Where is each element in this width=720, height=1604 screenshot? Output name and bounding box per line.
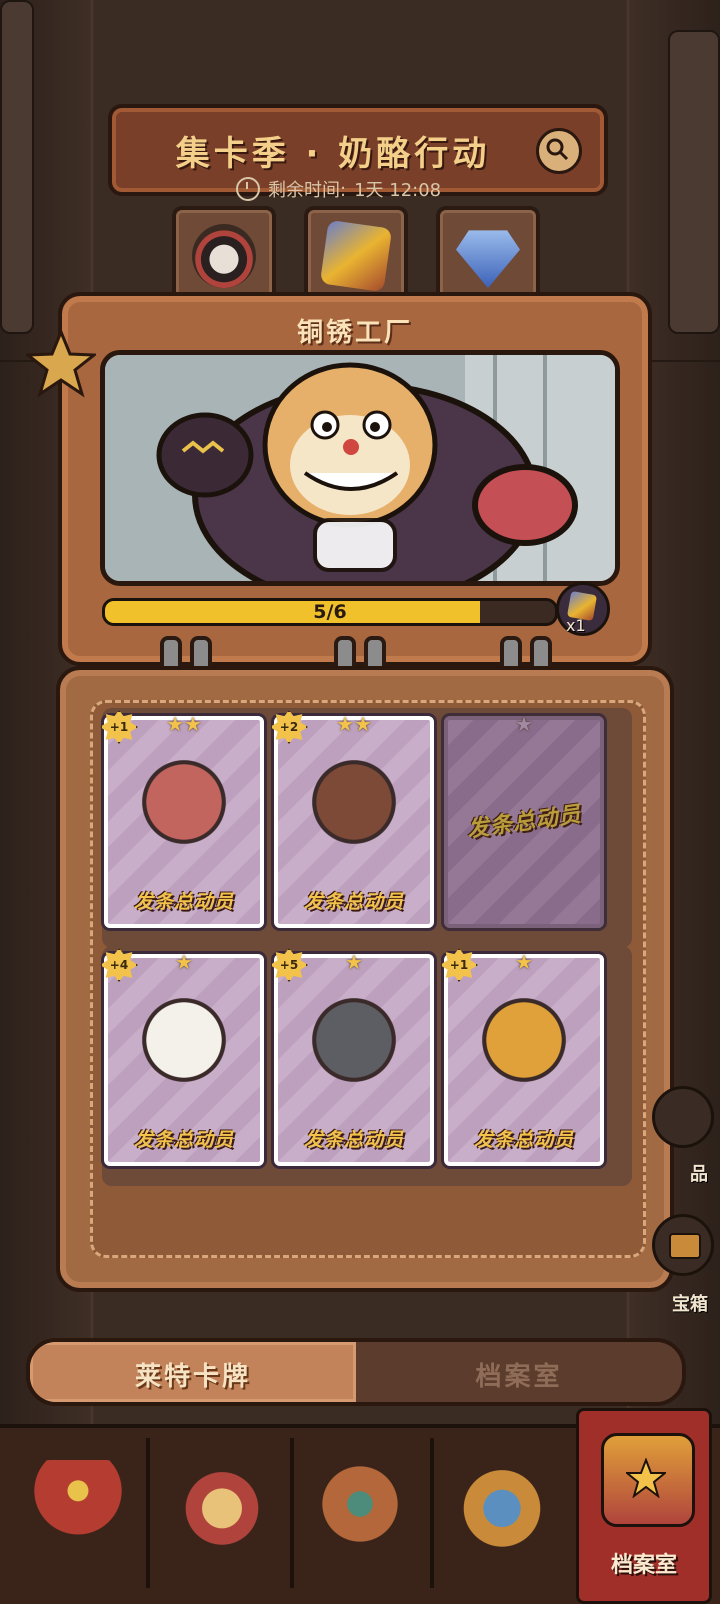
nav-item-archive[interactable]: 档案室 xyxy=(576,1408,712,1604)
nav-item-treasure-bag[interactable] xyxy=(158,1442,284,1592)
card-rarity-stars: ★ xyxy=(515,712,533,736)
chest-label: 宝箱 xyxy=(672,1294,708,1315)
tab-diamond[interactable] xyxy=(436,206,540,306)
card-character-art xyxy=(304,748,404,868)
card-character-art xyxy=(134,986,234,1106)
nav-divider xyxy=(430,1438,434,1588)
mouse-star-chest-icon xyxy=(34,1460,122,1548)
album-cover-art xyxy=(100,350,620,586)
card-character-art xyxy=(474,986,574,1106)
card-series-logo: 发条总动员 xyxy=(465,802,584,843)
bottom-nav: 档案室 xyxy=(0,1408,720,1604)
album-panel: 铜锈工厂 5/6 x1 xyxy=(26,292,652,666)
magic-cube-icon xyxy=(319,219,393,293)
tab-robot[interactable] xyxy=(172,206,276,306)
collected-card[interactable]: +1 ★★ 发条总动员 xyxy=(100,710,264,928)
robot-character-icon xyxy=(192,224,256,288)
cat-in-machine-illustration xyxy=(105,355,615,581)
card-rarity-stars: ★★ xyxy=(336,712,372,736)
chest-button[interactable] xyxy=(652,1214,714,1276)
card-slot-empty[interactable]: ★ 发条总动员 xyxy=(444,712,604,928)
timer-label: 剩余时间: xyxy=(268,180,347,201)
side-label-upper: 品 xyxy=(690,1164,708,1185)
card-series-logo: 发条总动员 xyxy=(473,1129,574,1151)
card-rarity-stars: ★ xyxy=(515,950,533,974)
nav-divider xyxy=(146,1438,150,1588)
chest-icon xyxy=(669,1233,701,1259)
album-title: 铜锈工厂 xyxy=(296,318,413,348)
goggle-helmet-icon xyxy=(458,1460,546,1548)
decor-pipe-left xyxy=(0,0,34,334)
tab-light-cards[interactable]: 莱特卡牌 xyxy=(30,1342,356,1402)
clock-icon xyxy=(236,177,260,201)
card-series-logo: 发条总动员 xyxy=(133,1129,234,1151)
card-rarity-stars: ★ xyxy=(345,950,363,974)
card-rarity-stars: ★★ xyxy=(166,712,202,736)
treasure-bag-icon xyxy=(178,1460,266,1548)
tab-light-cards-label: 莱特卡牌 xyxy=(134,1362,251,1392)
nav-item-control-panel[interactable] xyxy=(296,1442,422,1592)
nav-item-archive-label: 档案室 xyxy=(610,1553,677,1578)
page-title: 集卡季 · 奶酪行动 xyxy=(175,134,491,174)
blue-diamond-icon xyxy=(456,230,520,288)
tab-archive[interactable]: 档案室 xyxy=(356,1342,682,1402)
control-panel-icon xyxy=(316,1460,404,1548)
collected-card[interactable]: +1 ★ 发条总动员 xyxy=(440,948,604,1166)
archive-book-icon xyxy=(601,1433,695,1527)
side-button-upper[interactable] xyxy=(652,1086,714,1148)
section-switcher: 莱特卡牌 档案室 xyxy=(26,1338,686,1406)
tab-archive-label: 档案室 xyxy=(475,1362,563,1392)
tab-cube[interactable] xyxy=(304,206,408,306)
card-character-art xyxy=(134,748,234,868)
collected-card[interactable]: +5 ★ 发条总动员 xyxy=(270,948,434,1166)
nav-item-mouse-chest[interactable] xyxy=(14,1442,140,1592)
progress-text: 5/6 xyxy=(313,601,347,623)
card-series-logo: 发条总动员 xyxy=(303,891,404,913)
countdown: 剩余时间: 1天 12:08 xyxy=(236,177,442,201)
collected-card[interactable]: +2 ★★ 发条总动员 xyxy=(270,710,434,928)
search-icon[interactable] xyxy=(536,128,582,174)
card-series-logo: 发条总动员 xyxy=(303,1129,404,1151)
card-series-logo: 发条总动员 xyxy=(133,891,234,913)
reward-count: x1 xyxy=(566,616,586,635)
nav-divider xyxy=(290,1438,294,1588)
card-rarity-stars: ★ xyxy=(175,950,193,974)
collected-card[interactable]: +4 ★ 发条总动员 xyxy=(100,948,264,1166)
decor-pipe-right xyxy=(668,30,720,334)
timer-value: 1天 12:08 xyxy=(354,180,442,201)
card-character-art xyxy=(304,986,404,1106)
album-progress-bar: 5/6 xyxy=(102,598,558,626)
nav-item-goggle-helmet[interactable] xyxy=(438,1442,564,1592)
